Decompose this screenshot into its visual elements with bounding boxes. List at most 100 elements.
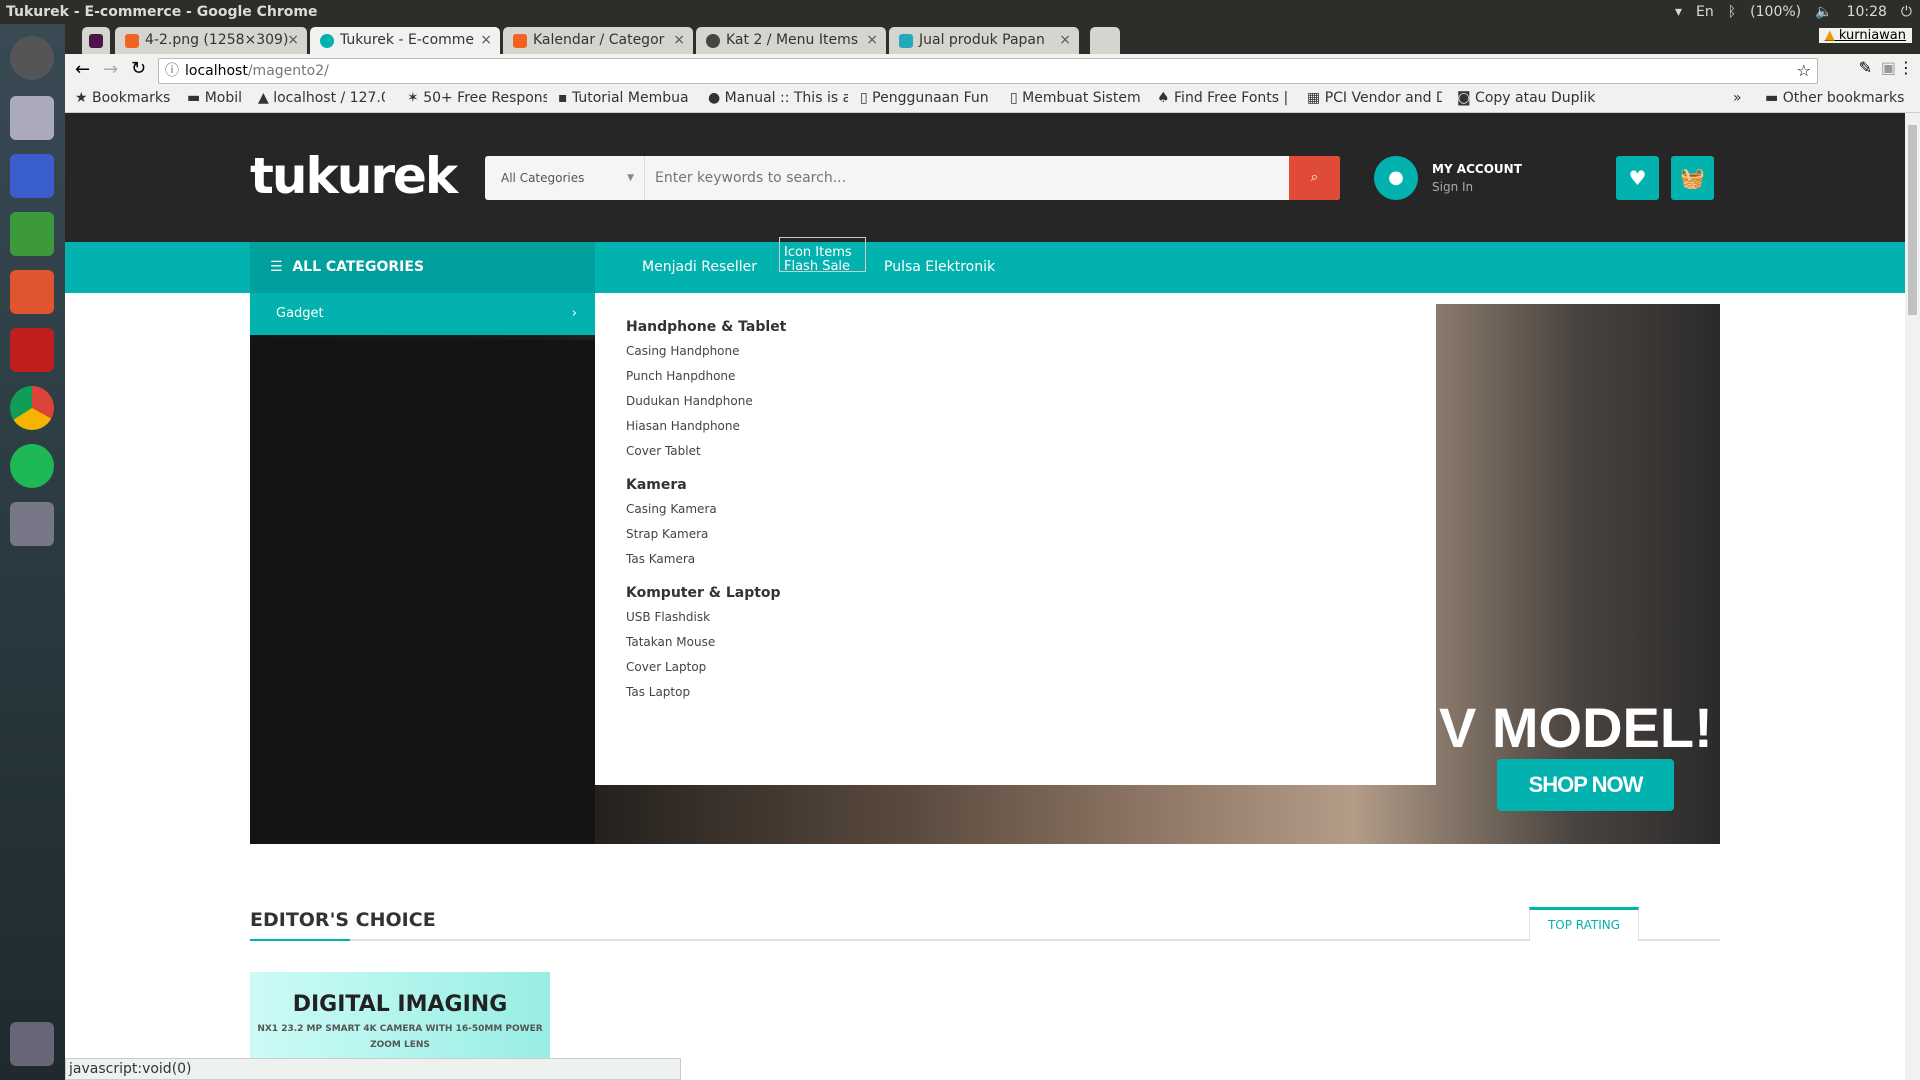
url-host: localhost xyxy=(185,63,248,79)
section-title: EDITOR'S CHOICE xyxy=(250,909,436,931)
bookmark-item[interactable]: ▪ Tutorial Membua xyxy=(558,90,693,106)
extension-icon[interactable]: ✎ xyxy=(1859,58,1872,77)
bookmark-item[interactable]: ♠ Find Free Fonts | xyxy=(1157,90,1287,106)
back-icon[interactable]: ← xyxy=(75,59,90,80)
bookmarks-overflow[interactable]: » xyxy=(1733,90,1742,106)
profile-button[interactable]: ▲ kurniawan xyxy=(1818,28,1912,43)
magento-icon xyxy=(513,34,527,48)
bookmark-item[interactable]: ◙ Copy atau Duplik xyxy=(1457,90,1597,106)
other-bookmarks[interactable]: ▬ Other bookmarks xyxy=(1765,90,1904,106)
tab-label: Tukurek - E-comme xyxy=(340,32,475,48)
mega-link[interactable]: Tatakan Mouse xyxy=(626,635,1436,660)
url-path: /magento2/ xyxy=(247,63,329,79)
mega-link[interactable]: Punch Hanpdhone xyxy=(626,369,1436,394)
heart-icon: ♥ xyxy=(1628,166,1647,190)
mega-link[interactable]: Casing Kamera xyxy=(626,502,1436,527)
my-account-link[interactable]: MY ACCOUNT xyxy=(1432,162,1522,176)
mega-link[interactable]: Cover Laptop xyxy=(626,660,1436,685)
bookmark-item[interactable]: ▬ Mobil xyxy=(187,90,242,106)
bookmark-item[interactable]: ▦ PCI Vendor and D xyxy=(1307,90,1442,106)
wishlist-button[interactable]: ♥ xyxy=(1616,156,1659,200)
power-icon[interactable]: ⏻ xyxy=(1901,0,1912,24)
bookmark-item[interactable]: ▲ localhost / 127.0. xyxy=(258,90,385,106)
category-select[interactable]: All Categories ▼ xyxy=(485,156,645,200)
ubuntu-dash-icon[interactable] xyxy=(10,36,54,80)
tab[interactable]: Kalendar / Categor × xyxy=(503,27,693,54)
star-icon[interactable]: ☆ xyxy=(1797,59,1811,83)
section-divider xyxy=(250,939,1720,941)
shop-now-button[interactable]: SHOP NOW xyxy=(1497,759,1674,811)
bookmark-item[interactable]: ✶ 50+ Free Respons xyxy=(407,90,547,106)
account-avatar[interactable]: ● xyxy=(1374,156,1418,200)
tab-pinned[interactable] xyxy=(82,27,110,54)
close-icon[interactable]: × xyxy=(480,27,492,54)
close-icon[interactable]: × xyxy=(1059,27,1071,54)
mega-link[interactable]: Tas Kamera xyxy=(626,552,1436,577)
tab-top-rating[interactable]: TOP RATING xyxy=(1529,907,1639,941)
new-tab-button[interactable] xyxy=(1090,27,1120,54)
window-title-text: Tukurek - E-commerce - Google Chrome xyxy=(6,4,318,20)
bookmark-item[interactable]: ▯ Penggunaan Fun xyxy=(860,90,992,106)
category-item-gadget[interactable]: Gadget › xyxy=(250,293,595,335)
mega-link[interactable]: Hiasan Handphone xyxy=(626,419,1436,444)
cart-button[interactable]: 🧺 xyxy=(1671,156,1714,200)
mega-menu: Handphone & Tablet Casing Handphone Punch… xyxy=(595,293,1436,785)
mega-link[interactable]: Cover Tablet xyxy=(626,444,1436,469)
bluetooth-icon[interactable]: ᛒ xyxy=(1728,0,1736,24)
all-categories-button[interactable]: ☰ ALL CATEGORIES xyxy=(250,242,595,293)
trash-icon[interactable] xyxy=(10,1022,54,1066)
scrollbar-thumb[interactable] xyxy=(1908,125,1917,315)
close-icon[interactable]: × xyxy=(287,27,299,54)
search-button[interactable]: ⌕ xyxy=(1289,156,1340,200)
site-logo[interactable]: tukurek xyxy=(250,147,458,205)
mega-link[interactable]: Dudukan Handphone xyxy=(626,394,1436,419)
chrome-icon[interactable] xyxy=(10,386,54,430)
system-tray: ▾ En ᛒ (100%) 🔈 10:28 ⏻ xyxy=(1675,0,1912,24)
tab[interactable]: Kat 2 / Menu Items × xyxy=(696,27,886,54)
tab-active[interactable]: Tukurek - E-comme × xyxy=(310,27,500,54)
nav-link-pulsa[interactable]: Pulsa Elektronik xyxy=(884,242,995,293)
disk-icon[interactable] xyxy=(10,502,54,546)
address-bar[interactable]: ⓘ localhost/magento2/ ☆ xyxy=(158,58,1818,84)
mega-link[interactable]: Casing Handphone xyxy=(626,344,1436,369)
tab-label: 4-2.png (1258×309) xyxy=(145,32,289,48)
close-icon[interactable]: × xyxy=(673,27,685,54)
bookmark-item[interactable]: ● Manual :: This is a xyxy=(708,90,848,106)
extension2-icon[interactable]: ▣ xyxy=(1881,58,1896,77)
magento-icon xyxy=(125,34,139,48)
mega-link[interactable]: Tas Laptop xyxy=(626,685,1436,710)
writer-icon[interactable] xyxy=(10,154,54,198)
flash-sale-image[interactable]: Icon Items Flash Sale xyxy=(779,237,866,272)
keyboard-lang[interactable]: En xyxy=(1696,0,1714,24)
clock[interactable]: 10:28 xyxy=(1847,0,1887,24)
impress-icon[interactable] xyxy=(10,270,54,314)
reload-icon[interactable]: ↻ xyxy=(131,58,146,79)
tab[interactable]: 4-2.png (1258×309) × xyxy=(115,27,307,54)
bookmark-item[interactable]: ★ Bookmarks xyxy=(75,90,170,106)
card-subtitle: NX1 23.2 MP SMART 4K CAMERA WITH 16-50MM… xyxy=(257,1024,543,1050)
forward-icon[interactable]: → xyxy=(103,59,118,80)
mega-link[interactable]: Strap Kamera xyxy=(626,527,1436,552)
tab-label: Kat 2 / Menu Items xyxy=(726,32,859,48)
mega-heading[interactable]: Handphone & Tablet xyxy=(626,319,1436,335)
tab[interactable]: Jual produk Papan × xyxy=(889,27,1079,54)
wifi-icon[interactable]: ▾ xyxy=(1675,0,1682,24)
nav-link-reseller[interactable]: Menjadi Reseller xyxy=(642,242,757,293)
calc-icon[interactable] xyxy=(10,212,54,256)
files-icon[interactable] xyxy=(10,96,54,140)
filezilla-icon[interactable] xyxy=(10,328,54,372)
sign-in-link[interactable]: Sign In xyxy=(1432,180,1473,194)
search-input[interactable] xyxy=(655,156,1295,200)
mega-link[interactable]: USB Flashdisk xyxy=(626,610,1436,635)
battery-level[interactable]: (100%) xyxy=(1750,0,1801,24)
menu-icon[interactable]: ⋮ xyxy=(1898,58,1914,77)
spotify-icon[interactable] xyxy=(10,444,54,488)
mega-heading[interactable]: Komputer & Laptop xyxy=(626,585,1436,601)
profile-name: kurniawan xyxy=(1838,28,1906,43)
bookmarks-bar: ★ Bookmarks ▬ Mobil ▲ localhost / 127.0.… xyxy=(65,86,1920,113)
mega-heading[interactable]: Kamera xyxy=(626,477,1436,493)
bookmark-item[interactable]: ▯ Membuat Sistem xyxy=(1010,90,1142,106)
close-icon[interactable]: × xyxy=(866,27,878,54)
section-accent xyxy=(250,939,350,941)
volume-icon[interactable]: 🔈 xyxy=(1815,0,1832,24)
